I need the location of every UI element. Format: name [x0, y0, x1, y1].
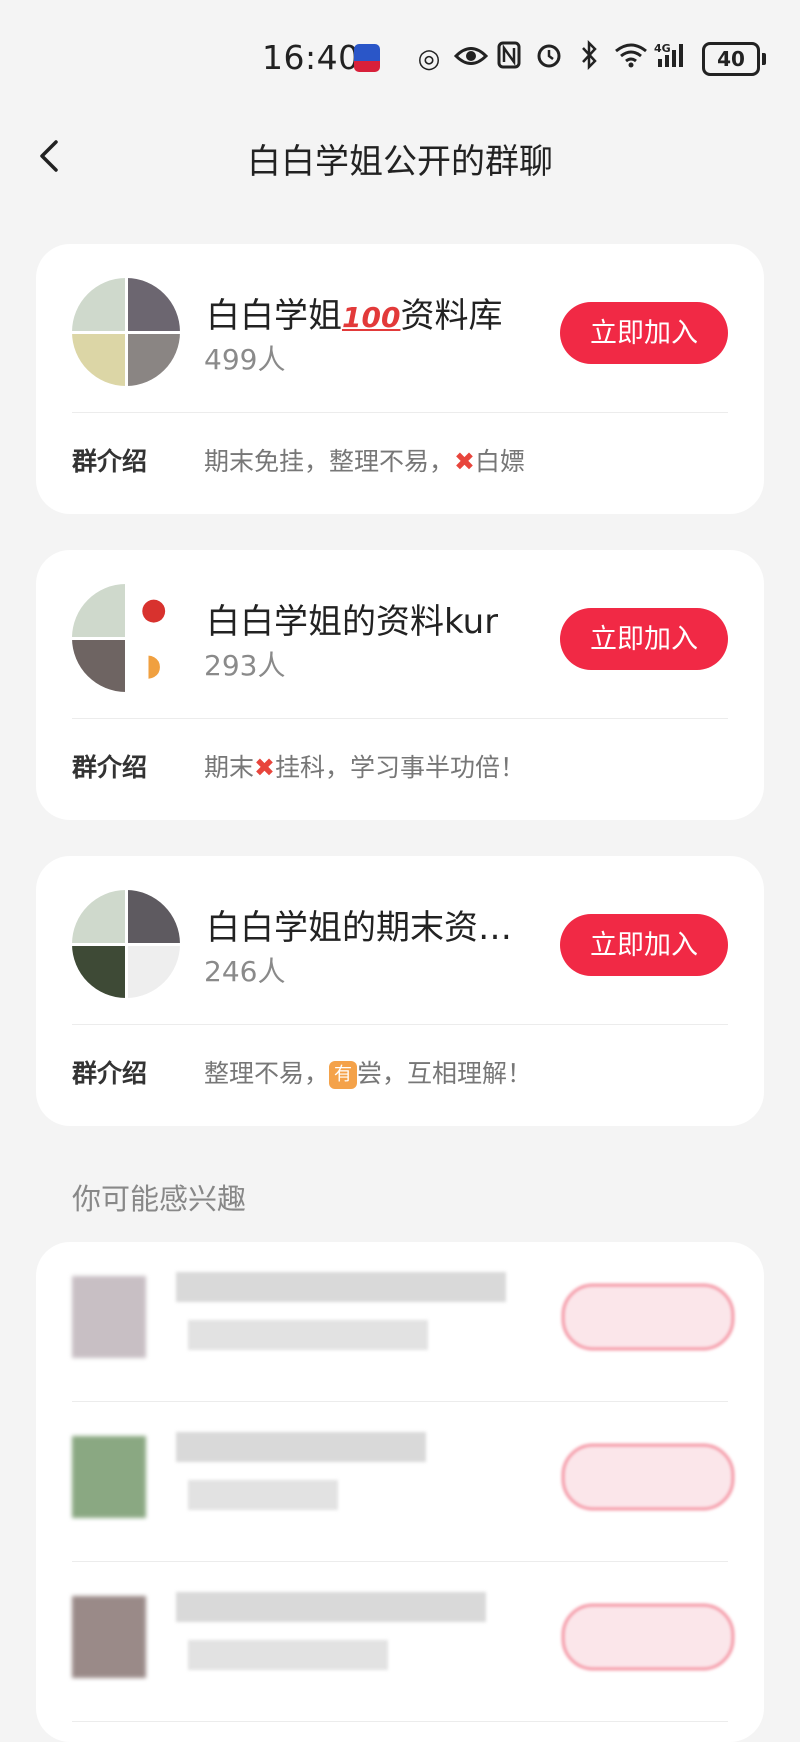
- group-card[interactable]: 白白学姐的期末资… 246人 立即加入 群介绍 整理不易，有尝，互相理解！: [36, 856, 764, 1126]
- avatar: [72, 1436, 146, 1518]
- group-name: 白白学姐的资料kur: [206, 602, 499, 642]
- list-item[interactable]: [36, 1562, 764, 1722]
- divider: [72, 1024, 728, 1025]
- divider: [72, 412, 728, 413]
- group-avatar: [72, 278, 180, 386]
- alarm-icon: [534, 41, 564, 76]
- group-card[interactable]: 白白学姐100资料库 499人 立即加入 群介绍 期末免挂，整理不易，✖白嫖: [36, 244, 764, 514]
- redacted-text: [188, 1320, 428, 1350]
- group-intro: 期末免挂，整理不易，✖白嫖: [204, 447, 525, 476]
- signal-4g-icon: 4G: [654, 41, 684, 76]
- avatar: [72, 1276, 146, 1358]
- join-button[interactable]: 立即加入: [560, 914, 728, 976]
- redacted-text: [188, 1640, 388, 1670]
- join-button[interactable]: [562, 1604, 734, 1670]
- interest-list: [36, 1242, 764, 1742]
- bluetooth-icon: [574, 39, 604, 77]
- group-intro: 期末✖挂科，学习事半功倍！: [204, 753, 525, 782]
- cross-mark-icon: ✖: [454, 447, 475, 476]
- status-time: 16:40: [262, 38, 360, 77]
- status-icons: ◎ 4G 40: [414, 39, 766, 77]
- group-name: 白白学姐100资料库: [206, 296, 503, 336]
- intro-label: 群介绍: [72, 1059, 148, 1088]
- join-button[interactable]: 立即加入: [560, 608, 728, 670]
- app-notification-icon: [354, 44, 380, 72]
- join-button[interactable]: 立即加入: [560, 302, 728, 364]
- divider: [72, 1721, 728, 1722]
- battery-level: 40: [702, 41, 760, 76]
- intro-label: 群介绍: [72, 447, 148, 476]
- intro-label: 群介绍: [72, 753, 148, 782]
- group-member-count: 293人: [204, 649, 286, 682]
- list-item[interactable]: [36, 1242, 764, 1402]
- cross-mark-icon: ✖: [254, 753, 275, 782]
- join-button[interactable]: [562, 1284, 734, 1350]
- redacted-text: [176, 1432, 426, 1462]
- page-title: 白白学姐公开的群聊: [247, 142, 553, 182]
- group-member-count: 246人: [204, 955, 286, 988]
- redacted-text: [188, 1480, 338, 1510]
- status-bar: 16:40 ◎ 4G 40: [0, 0, 800, 116]
- svg-text:4G: 4G: [654, 42, 671, 55]
- avatar: [72, 1596, 146, 1678]
- list-item[interactable]: [36, 1402, 764, 1562]
- group-avatar: [72, 890, 180, 998]
- wifi-icon: [614, 42, 647, 75]
- nav-header: 白白学姐公开的群聊: [0, 116, 800, 196]
- redacted-text: [176, 1592, 486, 1622]
- group-name: 白白学姐的期末资…: [206, 908, 512, 948]
- hd-call-icon: ◎: [417, 43, 441, 74]
- group-intro: 整理不易，有尝，互相理解！: [204, 1059, 533, 1089]
- divider: [72, 718, 728, 719]
- section-title-interest: 你可能感兴趣: [72, 1182, 247, 1216]
- group-member-count: 499人: [204, 343, 286, 376]
- hundred-emoji-icon: 100: [342, 301, 401, 334]
- join-button[interactable]: [562, 1444, 734, 1510]
- redacted-text: [176, 1272, 506, 1302]
- nfc-icon: [494, 41, 524, 76]
- paid-badge-icon: 有: [329, 1061, 358, 1089]
- group-avatar: ● ◗: [72, 584, 180, 692]
- eye-icon: [453, 44, 489, 74]
- battery-icon: 40: [702, 41, 766, 76]
- group-card[interactable]: ● ◗ 白白学姐的资料kur 293人 立即加入 群介绍 期末✖挂科，学习事半功…: [36, 550, 764, 820]
